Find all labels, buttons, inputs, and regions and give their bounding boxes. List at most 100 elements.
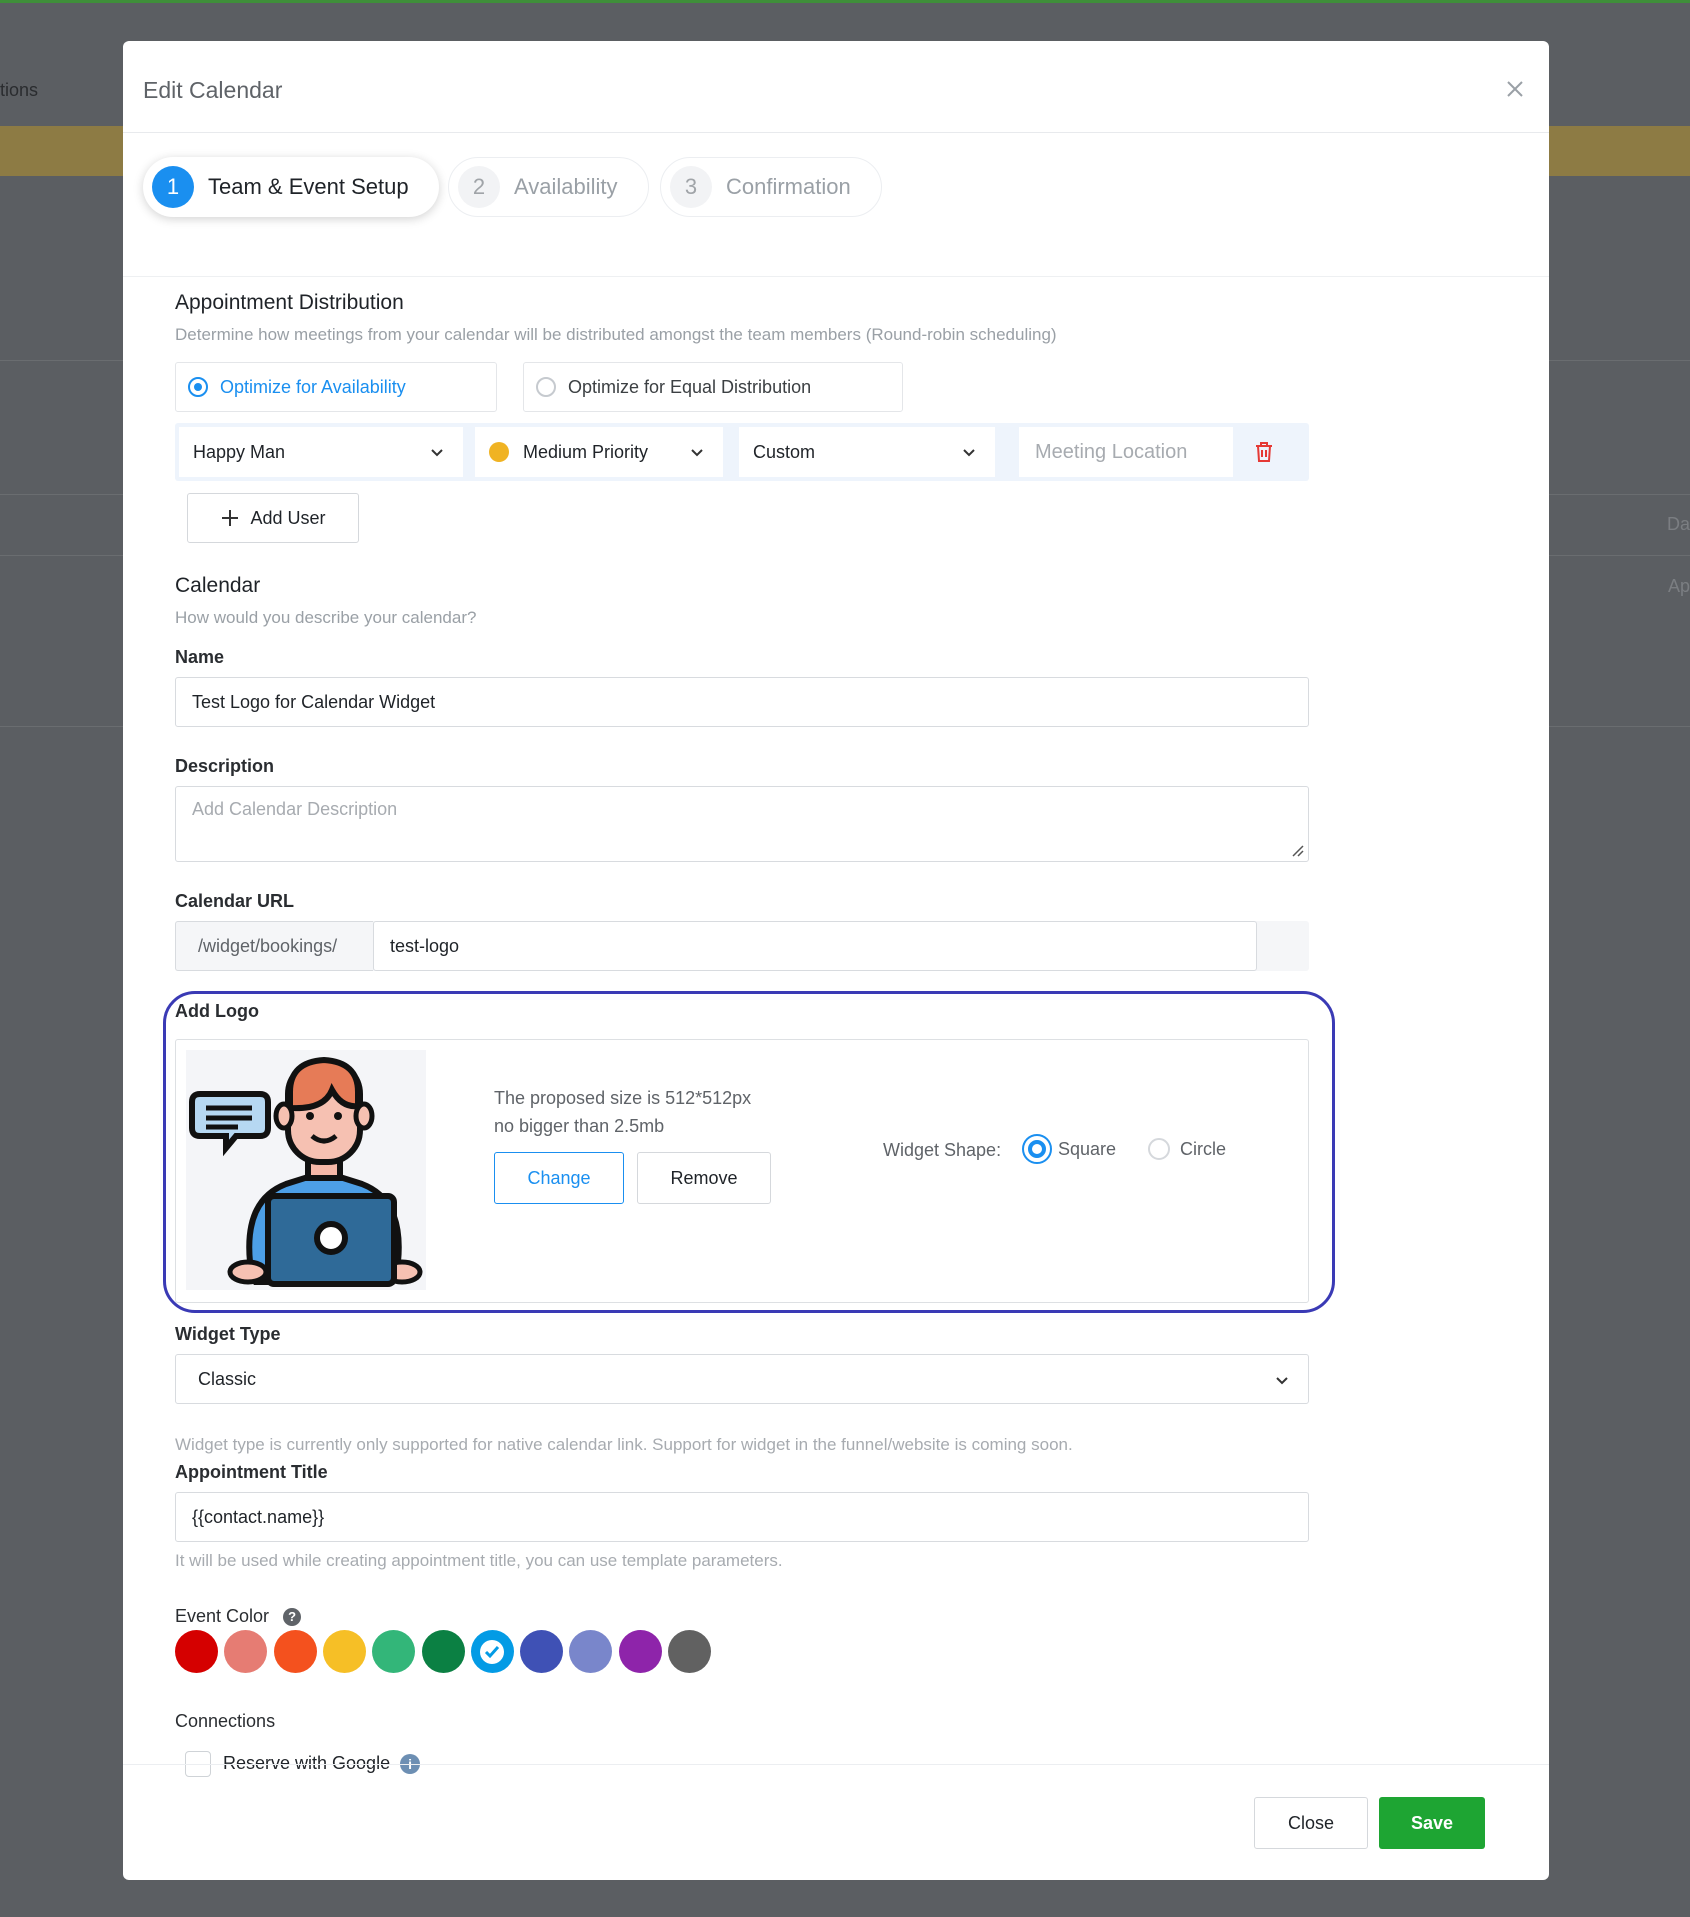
edit-calendar-modal: Edit Calendar 1 Team & Event Setup 2 Ava…: [123, 41, 1549, 1880]
appointment-title-value: {{contact.name}}: [192, 1506, 325, 1527]
shape-circle-option[interactable]: Circle: [1148, 1138, 1226, 1160]
stepper: 1 Team & Event Setup 2 Availability 3 Co…: [123, 133, 1549, 277]
optimize-equal-option[interactable]: Optimize for Equal Distribution: [523, 362, 903, 412]
appointment-title-note: It will be used while creating appointme…: [175, 1551, 783, 1570]
add-user-button[interactable]: Add User: [187, 493, 359, 543]
widget-shape-label: Widget Shape:: [883, 1140, 1002, 1160]
location-type-select[interactable]: Custom: [739, 427, 995, 477]
priority-select[interactable]: Medium Priority: [475, 427, 723, 477]
plus-icon: [222, 510, 239, 526]
name-label: Name: [175, 647, 225, 667]
distribution-subtitle: Determine how meetings from your calenda…: [175, 325, 1057, 344]
person-with-laptop-icon: [189, 1056, 423, 1287]
color-swatch[interactable]: [569, 1630, 613, 1673]
location-type-value: Custom: [753, 441, 816, 462]
background-nav-text: tions: [0, 80, 39, 100]
add-logo-label: Add Logo: [175, 1001, 259, 1021]
calendar-url-label: Calendar URL: [175, 891, 295, 911]
calendar-title: Calendar: [175, 574, 261, 597]
chevron-down-icon: [1276, 1377, 1288, 1385]
color-swatch[interactable]: [224, 1630, 268, 1673]
url-prefix: /widget/bookings/: [175, 921, 373, 971]
chevron-down-icon: [963, 449, 975, 457]
background-row-text: Ap: [1667, 576, 1690, 596]
app-top-line: [0, 0, 1690, 3]
step-confirmation[interactable]: 3 Confirmation: [660, 157, 882, 217]
user-select[interactable]: Happy Man: [179, 427, 463, 477]
chevron-down-icon: [431, 449, 443, 457]
resize-handle-icon[interactable]: [1290, 843, 1304, 857]
color-swatch[interactable]: [175, 1630, 218, 1673]
step-label: Team & Event Setup: [208, 174, 409, 199]
appointment-title-input[interactable]: {{contact.name}}: [175, 1492, 1309, 1542]
user-select-value: Happy Man: [193, 441, 286, 462]
step-number: 2: [458, 166, 500, 208]
radio-selected: [188, 377, 208, 397]
close-button[interactable]: Close: [1254, 1797, 1368, 1849]
event-color-palette: [175, 1630, 735, 1673]
meeting-location-input[interactable]: Meeting Location: [1019, 427, 1233, 477]
name-input[interactable]: Test Logo for Calendar Widget: [175, 677, 1309, 727]
step-availability[interactable]: 2 Availability: [448, 157, 649, 217]
modal-title: Edit Calendar: [143, 77, 283, 103]
trash-icon[interactable]: [1251, 439, 1277, 465]
calendar-url-group: /widget/bookings/ test-logo: [175, 921, 1309, 971]
chevron-down-icon: [691, 449, 703, 457]
priority-dot: [489, 442, 509, 462]
option-label: Optimize for Equal Distribution: [568, 376, 812, 397]
background-column-header: Da: [1666, 514, 1690, 534]
add-user-label: Add User: [250, 507, 326, 528]
logo-preview-image: [186, 1050, 426, 1290]
color-swatch[interactable]: [322, 1630, 366, 1673]
modal-header: Edit Calendar: [123, 41, 1549, 133]
description-textarea[interactable]: Add Calendar Description: [175, 786, 1309, 862]
shape-square-label: Square: [1058, 1138, 1117, 1159]
widget-type-value: Classic: [198, 1368, 257, 1389]
widget-type-select[interactable]: Classic: [175, 1354, 1309, 1404]
remove-logo-button[interactable]: Remove: [637, 1152, 771, 1204]
step-number: 3: [670, 166, 712, 208]
event-color-header: Event Color ?: [175, 1606, 302, 1627]
close-icon[interactable]: [1503, 77, 1527, 101]
appointment-title-label: Appointment Title: [175, 1462, 328, 1482]
connections-label: Connections: [175, 1711, 276, 1731]
name-input-value: Test Logo for Calendar Widget: [192, 691, 436, 712]
radio-selected: [1022, 1134, 1052, 1164]
option-label: Optimize for Availability: [220, 376, 406, 397]
widget-type-label: Widget Type: [175, 1324, 281, 1344]
change-logo-button[interactable]: Change: [494, 1152, 624, 1204]
modal-footer: Close Save: [123, 1764, 1549, 1880]
color-swatch[interactable]: [470, 1630, 514, 1673]
size-hint-2: no bigger than 2.5mb: [494, 1116, 665, 1136]
url-slug-value: test-logo: [390, 935, 460, 956]
color-swatch[interactable]: [372, 1630, 416, 1673]
radio-unselected: [536, 377, 556, 397]
distribution-title: Appointment Distribution: [175, 291, 404, 314]
step-team-event-setup[interactable]: 1 Team & Event Setup: [143, 157, 439, 217]
color-swatch[interactable]: [520, 1630, 564, 1673]
color-swatch[interactable]: [421, 1630, 465, 1673]
size-hint-1: The proposed size is 512*512px: [494, 1088, 752, 1108]
step-label: Confirmation: [726, 174, 851, 199]
team-member-row: Happy Man Medium Priority Custom Meeting…: [175, 423, 1309, 481]
check-icon: [480, 1639, 505, 1664]
shape-square-option[interactable]: Square: [1022, 1134, 1116, 1164]
save-button[interactable]: Save: [1379, 1797, 1485, 1849]
color-swatch[interactable]: [273, 1630, 317, 1673]
widget-type-note: Widget type is currently only supported …: [175, 1435, 1073, 1454]
help-icon[interactable]: ?: [283, 1607, 302, 1626]
description-label: Description: [175, 756, 275, 776]
color-swatch[interactable]: [618, 1630, 662, 1673]
logo-upload-box: The proposed size is 512*512px no bigger…: [175, 1039, 1309, 1303]
description-placeholder: Add Calendar Description: [192, 799, 398, 819]
url-slug-input[interactable]: test-logo: [373, 921, 1257, 971]
color-swatch[interactable]: [668, 1630, 711, 1673]
shape-circle-label: Circle: [1180, 1138, 1227, 1159]
radio-unselected: [1148, 1138, 1170, 1160]
meeting-location-placeholder: Meeting Location: [1035, 440, 1188, 463]
event-color-label: Event Color: [175, 1606, 270, 1626]
priority-select-value: Medium Priority: [523, 441, 649, 462]
step-number: 1: [152, 166, 194, 208]
optimize-availability-option[interactable]: Optimize for Availability: [175, 362, 497, 412]
calendar-subtitle: How would you describe your calendar?: [175, 608, 477, 627]
